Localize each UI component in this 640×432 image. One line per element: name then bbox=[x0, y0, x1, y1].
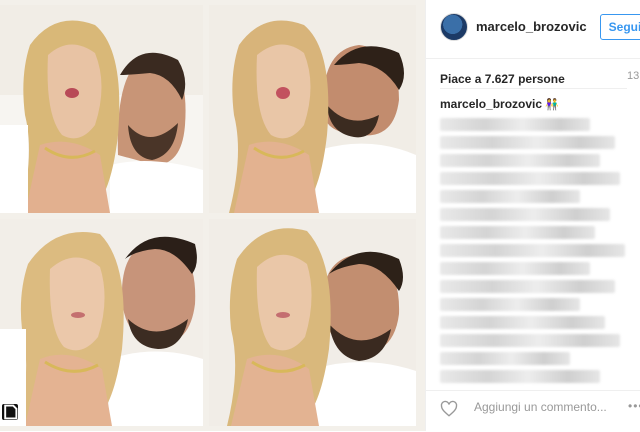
photo-area[interactable] bbox=[0, 0, 425, 431]
caption: marcelo_brozovic 👫 bbox=[440, 97, 559, 111]
more-options-icon[interactable]: ••• bbox=[628, 399, 640, 413]
blurred-line bbox=[440, 280, 615, 293]
blurred-line bbox=[440, 334, 620, 347]
blurred-line bbox=[440, 172, 620, 185]
comment-input[interactable]: Aggiungi un commento... bbox=[474, 400, 607, 414]
blurred-comments bbox=[440, 118, 630, 388]
photo-tile-bottom-right bbox=[209, 219, 416, 426]
blurred-line bbox=[440, 316, 605, 329]
follow-button[interactable]: Segui bbox=[600, 14, 640, 40]
post-time[interactable]: 13 bbox=[627, 70, 639, 82]
blurred-line bbox=[440, 208, 610, 221]
blurred-line bbox=[440, 154, 600, 167]
blurred-line bbox=[440, 262, 590, 275]
blurred-line bbox=[440, 226, 595, 239]
blurred-line bbox=[440, 190, 580, 203]
caption-username[interactable]: marcelo_brozovic bbox=[440, 97, 542, 111]
likes-row: Piace a 7.627 persone 13 bbox=[440, 70, 640, 88]
blurred-line bbox=[440, 370, 600, 383]
multiple-images-icon bbox=[2, 404, 18, 420]
caption-emoji: 👫 bbox=[545, 99, 560, 111]
blurred-line bbox=[440, 298, 580, 311]
avatar[interactable] bbox=[440, 13, 468, 41]
comment-bar: Aggiungi un commento... ••• bbox=[426, 390, 640, 432]
heart-icon[interactable] bbox=[440, 400, 458, 418]
likes-count[interactable]: Piace a 7.627 persone bbox=[440, 72, 565, 86]
post-sidebar: marcelo_brozovic Segui Piace a 7.627 per… bbox=[425, 0, 640, 431]
photo-tile-bottom-left bbox=[0, 219, 203, 426]
photo-tile-top-left bbox=[0, 5, 203, 213]
blurred-line bbox=[440, 352, 570, 365]
blurred-line bbox=[440, 136, 615, 149]
username-link[interactable]: marcelo_brozovic bbox=[476, 19, 587, 34]
blurred-line bbox=[440, 244, 625, 257]
post-header: marcelo_brozovic Segui bbox=[426, 0, 640, 59]
blurred-line bbox=[440, 118, 590, 131]
divider bbox=[440, 88, 627, 89]
photo-collage bbox=[0, 0, 425, 431]
photo-tile-top-right bbox=[209, 5, 416, 213]
